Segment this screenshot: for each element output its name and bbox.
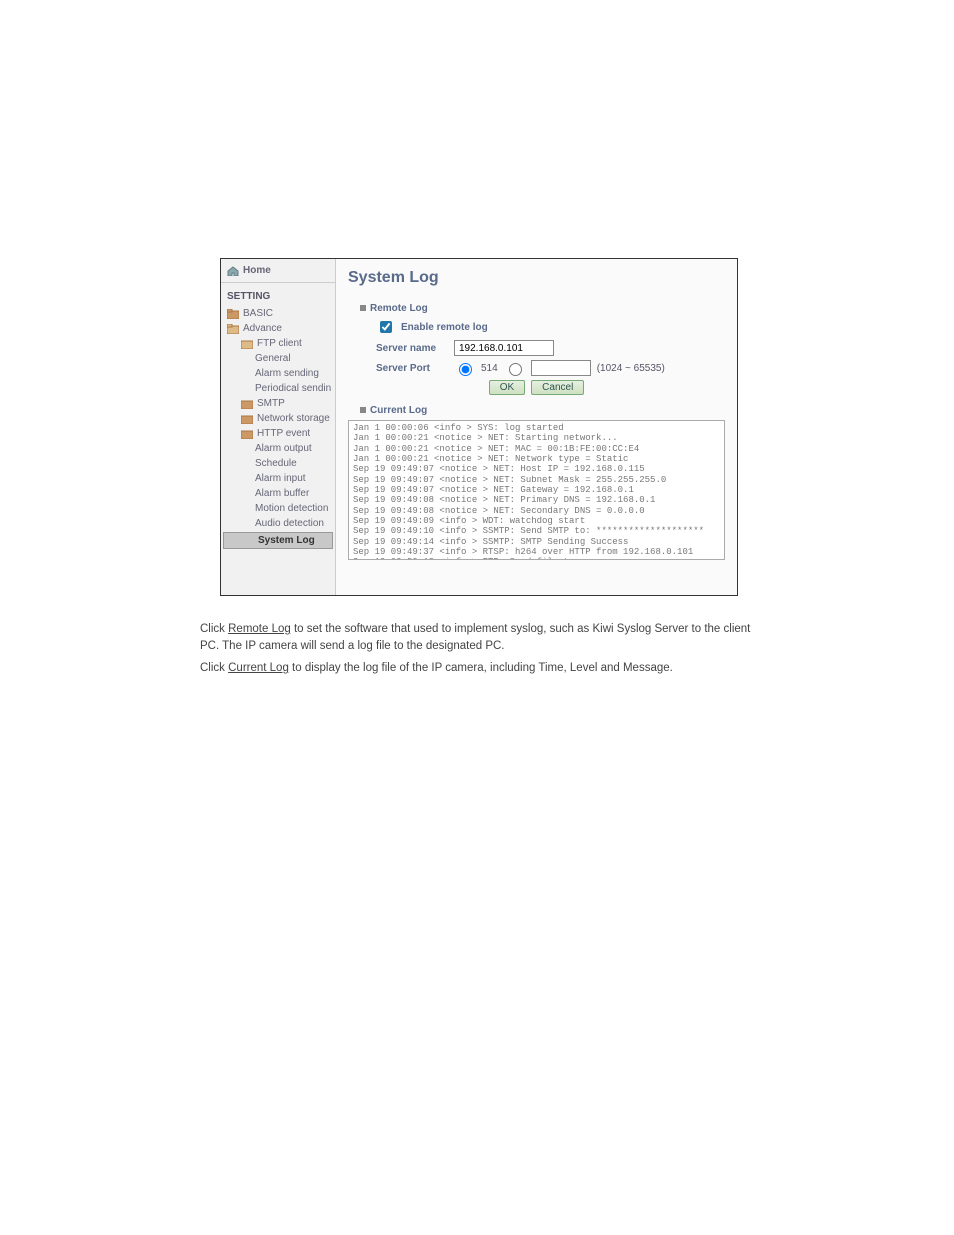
folder-open-icon (241, 339, 253, 349)
sidebar: Home SETTING BASIC Advance FTP client Ge… (221, 259, 336, 595)
nav-label: HTTP event (257, 428, 310, 439)
log-line: Sep 19 09:49:09 <info > WDT: watchdog st… (353, 516, 720, 526)
nav-label: Advance (243, 323, 282, 334)
port-range-label: (1024 ~ 65535) (597, 363, 665, 374)
server-port-row: Server Port 514 (1024 ~ 65535) (376, 360, 725, 376)
nav-label: Periodical sendin (255, 383, 331, 394)
log-line: Jan 1 00:00:21 <notice > NET: Starting n… (353, 433, 720, 443)
log-line: Sep 19 09:49:08 <notice > NET: Primary D… (353, 495, 720, 505)
nav-label: Audio detection (255, 518, 324, 529)
home-icon (227, 266, 239, 276)
nav-general[interactable]: General (221, 351, 335, 366)
desc-paragraph-1: Click Remote Log to set the software tha… (200, 621, 760, 654)
cancel-button[interactable]: Cancel (531, 380, 584, 395)
nav-alarm-buffer[interactable]: Alarm buffer (221, 486, 335, 501)
description-text: Click Remote Log to set the software tha… (200, 615, 760, 683)
nav-schedule[interactable]: Schedule (221, 456, 335, 471)
nav-basic[interactable]: BASIC (221, 306, 335, 321)
nav-label: SMTP (257, 398, 285, 409)
enable-remote-row: Enable remote log (376, 318, 725, 336)
nav-label: System Log (258, 535, 315, 546)
log-line: Sep 19 09:49:14 <info > SSMTP: SMTP Send… (353, 537, 720, 547)
log-line: Sep 19 09:50:13 <info > FTP: Send file t… (353, 557, 720, 560)
nav-smtp[interactable]: SMTP (221, 396, 335, 411)
port-custom-input[interactable] (531, 360, 591, 376)
server-name-label: Server name (376, 343, 448, 354)
main-content: System Log Remote Log Enable remote log … (336, 259, 737, 595)
current-log-key: Current Log (228, 662, 289, 674)
nav-alarm-output[interactable]: Alarm output (221, 441, 335, 456)
page-title: System Log (348, 269, 725, 287)
enable-remote-label: Enable remote log (401, 322, 488, 333)
nav-label: Network storage (257, 413, 330, 424)
nav-ftp-client[interactable]: FTP client (221, 336, 335, 351)
nav-label: FTP client (257, 338, 302, 349)
log-line: Jan 1 00:00:21 <notice > NET: MAC = 00:1… (353, 444, 720, 454)
log-line: Jan 1 00:00:06 <info > SYS: log started (353, 423, 720, 433)
ok-button[interactable]: OK (489, 380, 525, 395)
nav-label: Alarm input (255, 473, 306, 484)
port-default-value: 514 (481, 363, 498, 374)
home-link[interactable]: Home (221, 263, 335, 283)
nav-label: Motion detection (255, 503, 328, 514)
remote-log-header: Remote Log (360, 303, 725, 314)
port-default-radio[interactable] (459, 363, 472, 376)
current-log-box[interactable]: Jan 1 00:00:06 <info > SYS: log startedJ… (348, 420, 725, 560)
log-line: Sep 19 09:49:07 <notice > NET: Host IP =… (353, 464, 720, 474)
nav-audio-detection[interactable]: Audio detection (221, 516, 335, 531)
nav-periodical-sending[interactable]: Periodical sendin (221, 381, 335, 396)
folder-icon (241, 414, 253, 424)
log-line: Sep 19 09:49:08 <notice > NET: Secondary… (353, 506, 720, 516)
folder-icon (227, 309, 239, 319)
nav-label: General (255, 353, 291, 364)
log-line: Jan 1 00:00:21 <notice > NET: Network ty… (353, 454, 720, 464)
server-port-label: Server Port (376, 363, 448, 374)
nav-advance[interactable]: Advance (221, 321, 335, 336)
nav-label: BASIC (243, 308, 273, 319)
folder-open-icon (227, 324, 239, 334)
nav-alarm-input[interactable]: Alarm input (221, 471, 335, 486)
button-row: OK Cancel (348, 380, 725, 395)
nav-label: Alarm buffer (255, 488, 309, 499)
log-line: Sep 19 09:49:37 <info > RTSP: h264 over … (353, 547, 720, 557)
remote-log-key: Remote Log (228, 623, 291, 635)
port-custom-radio[interactable] (509, 363, 522, 376)
nav-label: Alarm sending (255, 368, 319, 379)
nav-label: Alarm output (255, 443, 312, 454)
log-line: Sep 19 09:49:07 <notice > NET: Gateway =… (353, 485, 720, 495)
log-line: Sep 19 09:49:07 <notice > NET: Subnet Ma… (353, 475, 720, 485)
section-setting: SETTING (221, 283, 335, 306)
nav-alarm-sending[interactable]: Alarm sending (221, 366, 335, 381)
folder-icon (241, 429, 253, 439)
desc-paragraph-2: Click Current Log to display the log fil… (200, 660, 760, 677)
screenshot-panel: Home SETTING BASIC Advance FTP client Ge… (220, 258, 738, 596)
current-log-header: Current Log (360, 405, 725, 416)
nav-label: Schedule (255, 458, 297, 469)
home-label: Home (243, 265, 271, 276)
nav-http-event[interactable]: HTTP event (221, 426, 335, 441)
server-name-input[interactable] (454, 340, 554, 356)
folder-icon (241, 399, 253, 409)
log-line: Sep 19 09:49:10 <info > SSMTP: Send SMTP… (353, 526, 720, 536)
nav-motion-detection[interactable]: Motion detection (221, 501, 335, 516)
nav-system-log[interactable]: System Log (223, 532, 333, 549)
server-name-row: Server name (376, 340, 725, 356)
enable-remote-checkbox[interactable] (380, 321, 392, 333)
nav-network-storage[interactable]: Network storage (221, 411, 335, 426)
